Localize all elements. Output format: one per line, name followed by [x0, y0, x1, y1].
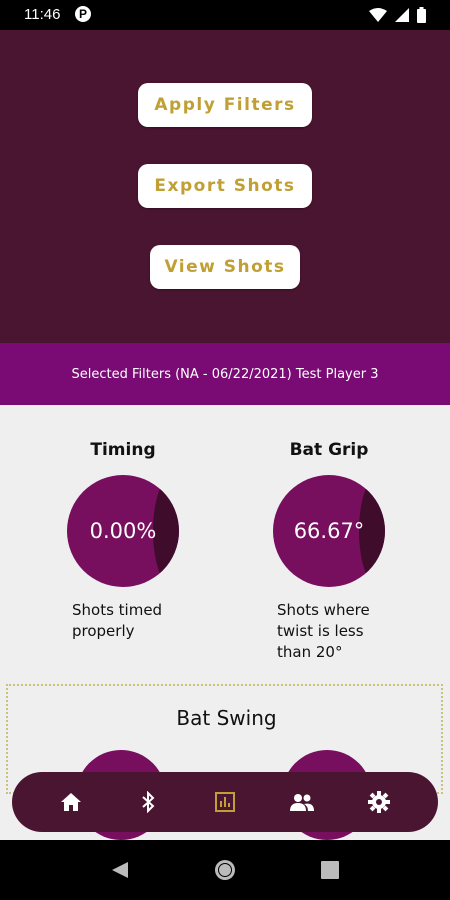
bat-grip-title: Bat Grip — [289, 440, 369, 460]
view-shots-button[interactable]: View Shots — [150, 245, 300, 289]
apply-filters-button[interactable]: Apply Filters — [138, 83, 312, 127]
timing-circle: 0.00% — [67, 475, 179, 587]
selected-filters-bar: Selected Filters (NA - 06/22/2021) Test … — [0, 343, 450, 405]
nav-players[interactable] — [282, 782, 322, 822]
status-time: 11:46 — [24, 6, 61, 23]
chart-icon — [214, 792, 235, 812]
timing-description: Shots timed properly — [72, 600, 162, 642]
people-icon — [290, 794, 315, 811]
bat-grip-desc-line: Shots where — [277, 601, 370, 619]
timing-value: 0.00% — [89, 519, 157, 543]
bat-grip-desc-line: than 20° — [277, 643, 343, 661]
timing-desc-line: properly — [72, 622, 135, 640]
nav-settings[interactable] — [359, 782, 399, 822]
bat-grip-desc-line: twist is less — [277, 622, 364, 640]
back-icon[interactable] — [110, 860, 130, 880]
status-bar: 11:46 P — [0, 0, 450, 30]
nav-home[interactable] — [51, 782, 91, 822]
nav-stats[interactable] — [205, 782, 245, 822]
home-icon — [60, 793, 81, 811]
notification-icon: P — [75, 6, 91, 22]
selected-filters-text: Selected Filters (NA - 06/22/2021) Test … — [71, 366, 379, 382]
export-shots-button[interactable]: Export Shots — [138, 164, 312, 208]
nav-bluetooth[interactable] — [128, 782, 168, 822]
home-circle-icon[interactable] — [214, 859, 236, 881]
wifi-icon — [369, 8, 387, 22]
recents-icon[interactable] — [321, 861, 339, 879]
system-navigation-bar — [0, 840, 450, 900]
actions-panel: Apply Filters Export Shots View Shots — [0, 30, 450, 343]
bluetooth-icon — [142, 791, 155, 813]
bottom-navigation — [12, 772, 438, 832]
timing-title: Timing — [90, 440, 156, 460]
bat-swing-title: Bat Swing — [176, 706, 277, 730]
bat-grip-value: 66.67° — [293, 519, 365, 543]
bat-grip-description: Shots where twist is less than 20° — [277, 600, 370, 663]
bat-grip-circle: 66.67° — [273, 475, 385, 587]
timing-desc-line: Shots timed — [72, 601, 163, 619]
settings-icon — [368, 791, 391, 813]
battery-icon — [417, 7, 426, 23]
status-icons — [369, 7, 426, 23]
signal-icon — [395, 8, 409, 22]
